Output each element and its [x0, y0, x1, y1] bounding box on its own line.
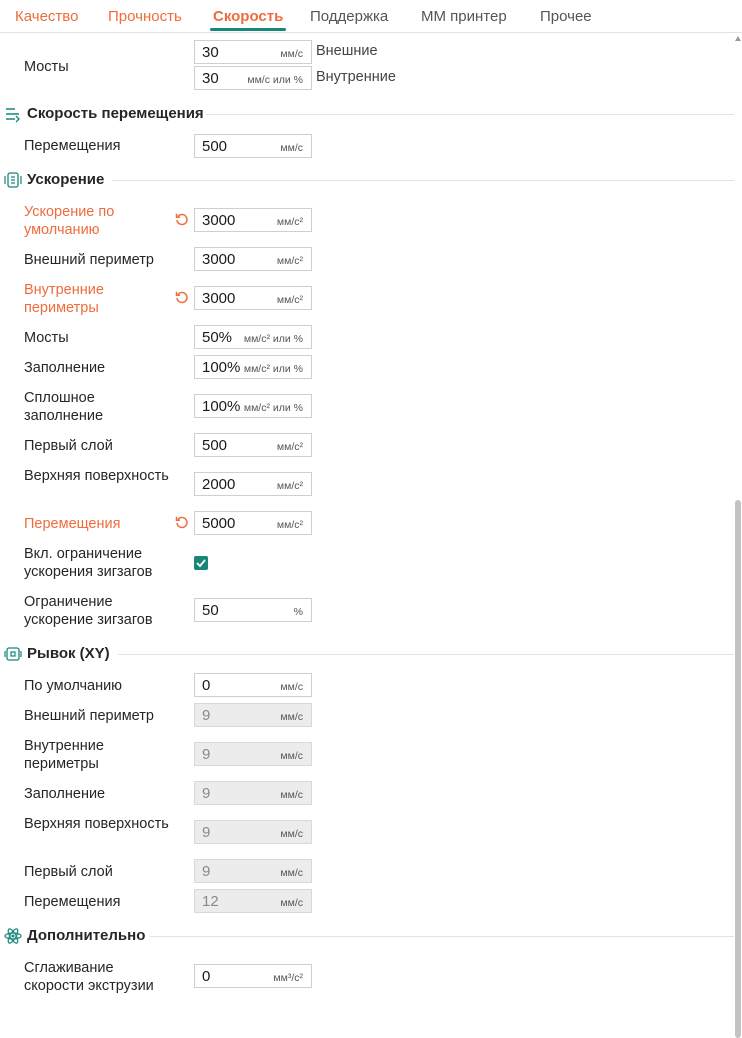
- accel-inner-wall-input[interactable]: 3000 мм/с²: [194, 286, 312, 310]
- travel-speed-label: Перемещения: [24, 138, 121, 154]
- acceleration-icon: [4, 172, 22, 188]
- tab-quality[interactable]: Качество: [15, 8, 78, 25]
- acceleration-section-title: Ускорение: [27, 171, 105, 188]
- tab-strength[interactable]: Прочность: [108, 8, 182, 25]
- bridges-outer-caption: Внешние: [316, 43, 378, 59]
- travel-speed-input[interactable]: 500 мм/с: [194, 134, 312, 158]
- advanced-section-title: Дополнительно: [27, 927, 146, 944]
- jerk-top-surface-label: Верхняя поверхность: [24, 816, 169, 832]
- accel-bridge-input[interactable]: 50% мм/с² или %: [194, 325, 312, 349]
- jerk-first-layer-label: Первый слой: [24, 864, 113, 880]
- reset-icon[interactable]: [174, 515, 190, 531]
- accel-default-input[interactable]: 3000 мм/с²: [194, 208, 312, 232]
- jerk-outer-wall-label: Внешний периметр: [24, 708, 154, 724]
- accel-travel-input[interactable]: 5000 мм/с²: [194, 511, 312, 535]
- settings-tabs: Качество Прочность Скорость Поддержка ММ…: [0, 0, 742, 33]
- jerk-inner-wall-label: Внутренние периметры: [24, 738, 104, 772]
- accel-solid-infill-label: Сплошное заполнение: [24, 390, 104, 424]
- extrusion-smoothing-input[interactable]: 0 мм³/с²: [194, 964, 312, 988]
- extrusion-smoothing-label: Сглаживание скорости экструзии: [24, 960, 154, 994]
- accel-top-surface-label: Верхняя поверхность: [24, 468, 169, 484]
- tab-multimaterial[interactable]: ММ принтер: [421, 8, 507, 25]
- section-divider: [150, 936, 734, 937]
- travel-speed-section-title: Скорость перемещения: [27, 105, 204, 122]
- zigzag-limit-enable-label: Вкл. ограничение ускорения зигзагов: [24, 546, 153, 580]
- reset-icon[interactable]: [174, 212, 190, 228]
- scrollbar-thumb[interactable]: [735, 500, 741, 1038]
- accel-inner-wall-label: Внутренние периметры: [24, 282, 104, 316]
- tab-speed[interactable]: Скорость: [213, 8, 283, 25]
- active-tab-indicator: [210, 28, 286, 31]
- jerk-section-title: Рывок (XY): [27, 645, 110, 662]
- tab-support[interactable]: Поддержка: [310, 8, 388, 25]
- accel-solid-infill-input[interactable]: 100% мм/с² или %: [194, 394, 312, 418]
- jerk-first-layer-input: 9 мм/с: [194, 859, 312, 883]
- section-divider: [118, 654, 734, 655]
- scroll-up-arrow-icon[interactable]: [735, 36, 741, 41]
- jerk-travel-label: Перемещения: [24, 894, 121, 910]
- advanced-atom-icon: [4, 928, 22, 944]
- bridges-outer-input[interactable]: 30 мм/с: [194, 40, 312, 64]
- vertical-scrollbar[interactable]: [734, 32, 742, 1038]
- bridges-speed-label: Мосты: [24, 59, 69, 75]
- jerk-outer-wall-input: 9 мм/с: [194, 703, 312, 727]
- reset-icon[interactable]: [174, 290, 190, 306]
- jerk-default-label: По умолчанию: [24, 678, 123, 694]
- accel-default-label: Ускорение по умолчанию: [24, 204, 115, 238]
- accel-top-surface-input[interactable]: 2000 мм/с²: [194, 472, 312, 496]
- bridges-inner-input[interactable]: 30 мм/с или %: [194, 66, 312, 90]
- accel-infill-input[interactable]: 100% мм/с² или %: [194, 355, 312, 379]
- jerk-infill-input: 9 мм/с: [194, 781, 312, 805]
- accel-first-layer-input[interactable]: 500 мм/с²: [194, 433, 312, 457]
- bridges-inner-caption: Внутренние: [316, 69, 396, 85]
- accel-travel-label: Перемещения: [24, 516, 121, 532]
- jerk-infill-label: Заполнение: [24, 786, 106, 802]
- jerk-top-surface-input: 9 мм/с: [194, 820, 312, 844]
- accel-bridge-label: Мосты: [24, 330, 69, 346]
- jerk-travel-input: 12 мм/с: [194, 889, 312, 913]
- accel-infill-label: Заполнение: [24, 360, 106, 376]
- jerk-inner-wall-input: 9 мм/с: [194, 742, 312, 766]
- jerk-default-input[interactable]: 0 мм/с: [194, 673, 312, 697]
- section-divider: [112, 180, 734, 181]
- zigzag-limit-checkbox[interactable]: [194, 556, 208, 570]
- checkmark-icon: [196, 559, 206, 568]
- accel-first-layer-label: Первый слой: [24, 438, 113, 454]
- zigzag-limit-input[interactable]: 50 %: [194, 598, 312, 622]
- tab-others[interactable]: Прочее: [540, 8, 592, 25]
- zigzag-limit-label: Ограничение ускорение зигзагов: [24, 594, 153, 628]
- section-divider: [206, 114, 734, 115]
- accel-outer-wall-input[interactable]: 3000 мм/с²: [194, 247, 312, 271]
- travel-speed-icon: [6, 108, 20, 123]
- accel-outer-wall-label: Внешний периметр: [24, 252, 154, 268]
- jerk-icon: [4, 647, 22, 661]
